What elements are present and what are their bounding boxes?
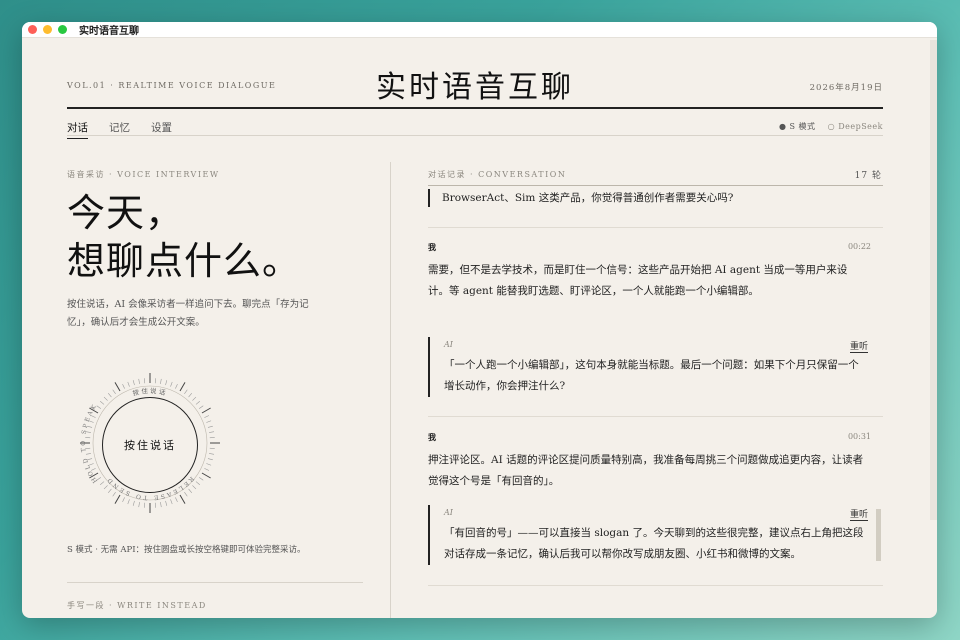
page-title: 实时语音互聊: [376, 70, 574, 105]
dial-tick: [103, 396, 108, 401]
ai-question-quote: BrowserAct、Sim 这类产品，你觉得普通创作者需要关心吗?: [428, 189, 883, 207]
s-mode-note: S 模式 · 无需 API：按住圆盘或长按空格键即可体验完整采访。: [67, 545, 306, 555]
dial-tick: [170, 381, 173, 387]
dial-tick: [188, 393, 193, 398]
dial-tick: [206, 463, 212, 466]
dial-tick: [100, 481, 105, 486]
round-count: 17 轮: [854, 171, 882, 181]
dial-tick: [207, 458, 213, 461]
dial-tick: [107, 488, 112, 493]
dial-tick: [204, 468, 210, 471]
message-separator: [428, 227, 883, 228]
speaker-me: 我: [428, 242, 436, 252]
message-separator: [428, 416, 883, 417]
nav-bar: 对话 记忆 设置 ● S 模式 ○ DeepSeek: [67, 120, 883, 139]
dial-tick: [170, 499, 173, 505]
dial-tick: [100, 400, 105, 405]
message-separator: [428, 585, 883, 586]
dial-tick: [209, 453, 215, 455]
minimize-window-button[interactable]: [43, 25, 52, 34]
dial-tick: [198, 477, 204, 481]
dial-tick: [127, 381, 130, 387]
title-bar: 实时语音互聊: [22, 22, 937, 38]
window-scrollbar[interactable]: [930, 40, 937, 520]
hold-to-talk-button[interactable]: 按住说话: [102, 397, 198, 493]
dial-tick: [122, 497, 125, 503]
conversation-rule: [428, 185, 883, 186]
ai-reply: AI 重听 「一个人跑一个小编辑部」，这句本身就能当标题。最后一个问题：如果下个…: [428, 337, 868, 397]
dial-tick: [175, 383, 178, 389]
dial-tick: [184, 491, 188, 497]
user-message: 押注评论区。AI 话题的评论区提问质量特别高，我准备每周挑三个问题做成追更内容，…: [428, 454, 864, 487]
dial-tick: [127, 499, 130, 505]
dial-tick: [132, 500, 135, 506]
dial-tick: [192, 485, 197, 490]
left-rule: [67, 582, 363, 583]
dial-tick: [209, 431, 215, 433]
dial-tick: [112, 389, 116, 395]
dial-tick: [179, 382, 186, 392]
dial-tick: [195, 481, 200, 486]
dial-tick: [107, 393, 112, 398]
dial-tick: [122, 383, 125, 389]
ai-reply-text: 「有回音的号」——可以直接当 slogan 了。今天聊到的这些很完整，建议点右上…: [444, 527, 864, 560]
conversation-log[interactable]: BrowserAct、Sim 这类产品，你觉得普通创作者需要关心吗? 我 00:…: [428, 187, 883, 592]
maximize-window-button[interactable]: [58, 25, 67, 34]
model-switch[interactable]: ● S 模式 ○ DeepSeek: [779, 121, 883, 132]
ai-label: AI: [444, 508, 453, 517]
mode-deepseek-option[interactable]: ○ DeepSeek: [828, 122, 883, 131]
dial-tick: [206, 420, 212, 423]
window-title: 实时语音互聊: [79, 26, 139, 37]
dial-tick: [175, 497, 178, 503]
dial-tick: [179, 494, 186, 504]
dial-tick: [192, 396, 197, 401]
headline-line-1: 今天，: [67, 191, 185, 235]
headline-line-2: 想聊点什么。: [67, 239, 302, 283]
dial-tick: [103, 485, 108, 490]
ai-label: AI: [444, 340, 453, 349]
intro-text: 按住说话，AI 会像采访者一样追问下去。聊完点「存为记忆」，确认后才会生成公开文…: [67, 299, 309, 328]
dial-tick: [188, 488, 193, 493]
dial-tick: [160, 502, 162, 508]
ai-reply-text: 「一个人跑一个小编辑部」，这句本身就能当标题。最后一个问题：如果下个月只保留一个…: [444, 359, 859, 392]
dial-tick: [132, 380, 135, 386]
close-window-button[interactable]: [28, 25, 37, 34]
dial-tick: [138, 378, 140, 384]
message-time: 00:22: [847, 242, 871, 251]
conversation-kicker: 对话记录 · CONVERSATION: [428, 170, 567, 179]
dial-tick: [198, 405, 204, 409]
dial-tick: [114, 382, 121, 392]
dial-tick: [138, 502, 140, 508]
speaker-me: 我: [428, 432, 436, 442]
dial-tick: [112, 491, 116, 497]
dial-tick: [201, 472, 211, 479]
write-instead-kicker[interactable]: 手写一段 · WRITE INSTEAD: [67, 600, 207, 611]
message-time: 00:31: [847, 432, 871, 441]
date-label: 2026年8月19日: [809, 83, 883, 93]
dial-tick: [201, 407, 211, 414]
dial-tick: [165, 380, 168, 386]
dial-tick: [165, 500, 168, 506]
user-message: 需要，但不是去学技术，而是盯住一个信号：这些产品开始把 AI agent 当成一…: [428, 264, 848, 297]
voice-interview-kicker: 语音采访 · VOICE INTERVIEW: [67, 170, 220, 179]
dial-tick: [184, 389, 188, 395]
relisten-button[interactable]: 重听: [849, 507, 868, 521]
headline: 今天， 想聊点什么。: [67, 189, 301, 285]
nav-rule: [67, 135, 883, 136]
masthead-rule: [67, 107, 883, 109]
dial-tick: [195, 400, 200, 405]
dial-tick: [207, 425, 213, 428]
relisten-button[interactable]: 重听: [849, 339, 868, 353]
dial-tick: [160, 378, 162, 384]
mode-s-option[interactable]: ● S 模式: [779, 122, 816, 131]
conversation-scrollbar[interactable]: [876, 509, 881, 561]
dial-tick: [114, 494, 121, 504]
ai-reply: AI 重听 「有回音的号」——可以直接当 slogan 了。今天聊到的这些很完整…: [428, 505, 868, 565]
app-window: 实时语音互聊 VOL.01 · REALTIME VOICE DIALOGUE …: [22, 22, 937, 618]
column-divider: [390, 162, 391, 618]
masthead: VOL.01 · REALTIME VOICE DIALOGUE 实时语音互聊 …: [67, 60, 883, 108]
tab-dialogue[interactable]: 对话: [67, 120, 88, 139]
dial-tick: [204, 415, 210, 418]
